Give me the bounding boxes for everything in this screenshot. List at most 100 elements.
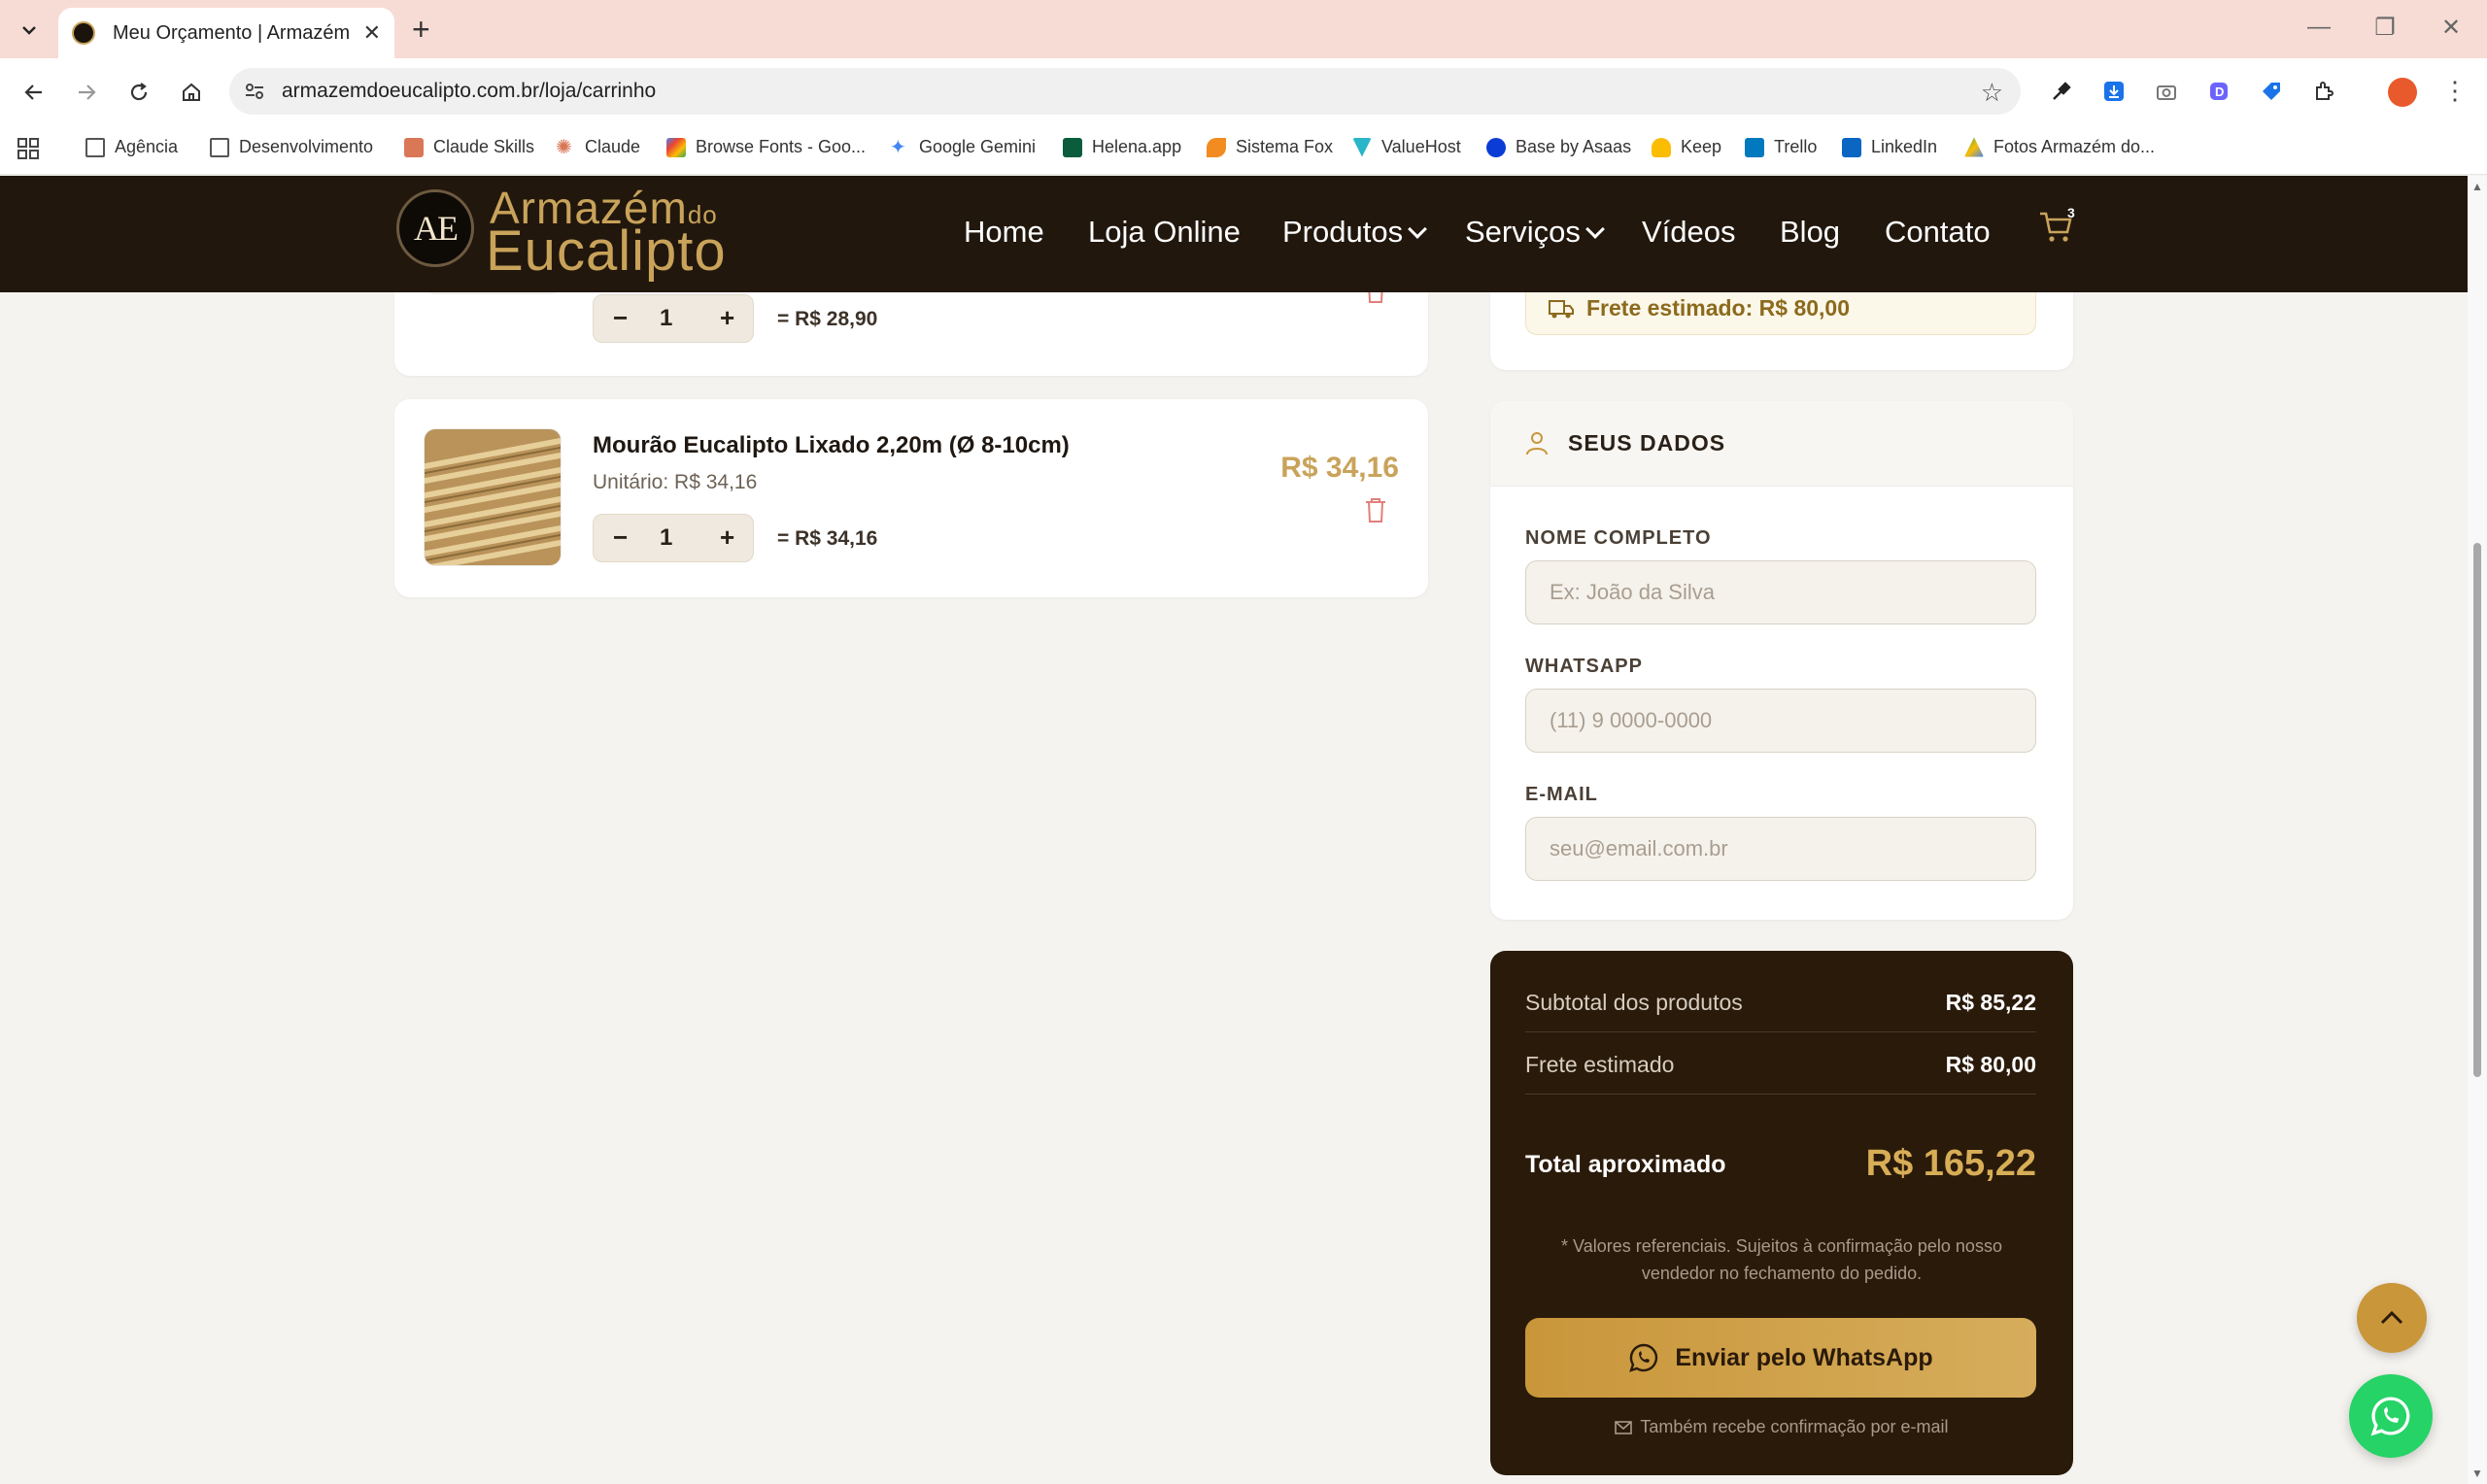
home-button[interactable] <box>173 74 210 111</box>
folder-icon <box>210 137 229 157</box>
minimize-icon[interactable]: — <box>2304 14 2334 41</box>
order-summary: Subtotal dos produtos R$ 85,22 Frete est… <box>1490 951 2073 1475</box>
nav-servicos[interactable]: Serviços <box>1465 215 1605 250</box>
bookmark-claude[interactable]: ✺ Claude <box>556 137 640 157</box>
scrollbar-thumb[interactable] <box>2473 543 2481 1077</box>
url-text: armazemdoeucalipto.com.br/loja/carrinho <box>282 80 657 102</box>
freight-row: Frete estimado R$ 80,00 <box>1525 1032 2036 1095</box>
d-extension-icon[interactable]: D <box>2205 78 2232 105</box>
reload-button[interactable] <box>120 74 157 111</box>
new-tab-button[interactable]: + <box>412 12 430 47</box>
email-note-text: Também recebe confirmação por e-mail <box>1640 1417 1949 1436</box>
name-input[interactable] <box>1525 560 2036 624</box>
quantity-value[interactable]: 1 <box>660 305 672 332</box>
camera-extension-icon[interactable] <box>2153 78 2180 105</box>
valuehost-icon <box>1352 137 1372 157</box>
send-whatsapp-button[interactable]: Enviar pelo WhatsApp <box>1525 1318 2036 1398</box>
nav-servicos-label: Serviços <box>1465 215 1581 249</box>
increase-quantity-button[interactable]: + <box>720 303 734 333</box>
site-header: AE Armazémdo Eucalipto Home Loja Online … <box>0 176 2468 292</box>
bookmark-claude-skills[interactable]: Claude Skills <box>404 137 534 157</box>
scroll-down-icon[interactable]: ▼ <box>2471 1467 2483 1480</box>
bookmark-keep[interactable]: Keep <box>1652 137 1721 157</box>
nav-blog[interactable]: Blog <box>1780 215 1840 250</box>
logo-monogram[interactable]: AE <box>396 189 474 267</box>
browser-menu-icon[interactable]: ⋮ <box>2442 76 2468 105</box>
bookmarks-bar: Agência Desenvolvimento Claude Skills ✺ C… <box>0 124 2487 175</box>
nav-produtos[interactable]: Produtos <box>1282 215 1427 250</box>
arrow-right-icon <box>79 84 96 100</box>
restore-icon[interactable]: ❐ <box>2370 14 2400 42</box>
drive-icon <box>1964 137 1984 157</box>
forward-button[interactable] <box>68 74 105 111</box>
download-extension-icon[interactable] <box>2100 78 2128 105</box>
bookmark-fotos-armazem[interactable]: Fotos Armazém do... <box>1964 137 2155 157</box>
folder-icon <box>85 137 105 157</box>
nav-videos[interactable]: Vídeos <box>1642 215 1736 250</box>
svg-text:D: D <box>2215 84 2224 99</box>
tab-title: Meu Orçamento | Armazém do Eucalipto <box>113 21 352 44</box>
bookmark-label: Claude Skills <box>433 137 535 156</box>
bookmark-valuehost[interactable]: ValueHost <box>1352 137 1461 157</box>
back-button[interactable] <box>16 74 52 111</box>
browser-tab[interactable]: Meu Orçamento | Armazém do Eucalipto ✕ <box>58 8 394 58</box>
logo-line2[interactable]: Eucalipto <box>486 219 727 284</box>
scroll-up-icon[interactable]: ▲ <box>2471 180 2483 193</box>
freight-value: R$ 80,00 <box>1945 1052 2036 1077</box>
tag-extension-icon[interactable] <box>2258 78 2285 105</box>
site-favicon-icon <box>72 21 95 45</box>
bookmark-agencia[interactable]: Agência <box>85 137 178 157</box>
bookmark-base-by-asaas[interactable]: Base by Asaas <box>1486 137 1631 157</box>
section-title: SEUS DADOS <box>1568 430 1726 455</box>
trash-icon[interactable] <box>1364 496 1387 523</box>
bookmark-label: Browse Fonts - Goo... <box>696 137 867 156</box>
trello-icon <box>1745 137 1764 157</box>
quantity-value[interactable]: 1 <box>660 524 672 552</box>
bookmark-trello[interactable]: Trello <box>1745 137 1817 157</box>
site-info-icon[interactable] <box>243 80 266 103</box>
nav-loja-online[interactable]: Loja Online <box>1088 215 1241 250</box>
increase-quantity-button[interactable]: + <box>720 523 734 553</box>
nav-home[interactable]: Home <box>964 215 1044 250</box>
bookmark-linkedin[interactable]: LinkedIn <box>1842 137 1937 157</box>
subtotal-value: R$ 85,22 <box>1945 990 2036 1015</box>
product-image <box>424 428 562 566</box>
close-icon[interactable]: ✕ <box>363 20 381 46</box>
decrease-quantity-button[interactable]: − <box>613 523 628 553</box>
profile-avatar[interactable] <box>2388 78 2417 107</box>
bookmark-sistema-fox[interactable]: Sistema Fox <box>1207 137 1333 157</box>
bookmark-browse-fonts[interactable]: Browse Fonts - Goo... <box>666 137 866 157</box>
arrow-left-icon <box>24 84 42 100</box>
user-icon <box>1526 432 1548 455</box>
window-close-icon[interactable]: ✕ <box>2436 14 2466 42</box>
bookmark-google-gemini[interactable]: ✦ Google Gemini <box>890 137 1036 157</box>
page-scrollbar[interactable]: ▲ ▼ <box>2468 176 2487 1484</box>
email-input[interactable] <box>1525 817 2036 881</box>
decrease-quantity-button[interactable]: − <box>613 303 628 333</box>
nav-produtos-label: Produtos <box>1282 215 1404 249</box>
nav-contato[interactable]: Contato <box>1885 215 1991 250</box>
customer-data-header: SEUS DADOS <box>1490 401 2073 487</box>
product-name[interactable]: Mourão Eucalipto Lixado 2,20m (Ø 8-10cm) <box>593 432 1070 459</box>
back-to-top-button[interactable] <box>2357 1283 2427 1353</box>
apps-grid-icon[interactable] <box>17 138 39 159</box>
home-icon <box>183 83 200 101</box>
helena-icon <box>1063 137 1082 157</box>
asaas-icon <box>1486 137 1506 157</box>
bookmark-desenvolvimento[interactable]: Desenvolvimento <box>210 137 373 157</box>
address-bar[interactable]: armazemdoeucalipto.com.br/loja/carrinho … <box>229 68 2021 115</box>
bookmark-helena[interactable]: Helena.app <box>1063 137 1181 157</box>
google-fonts-icon <box>666 137 686 157</box>
tab-search-button[interactable] <box>12 14 47 47</box>
whatsapp-input[interactable] <box>1525 689 2036 753</box>
extensions-puzzle-icon[interactable] <box>2310 78 2337 105</box>
bookmark-star-icon[interactable]: ☆ <box>1981 78 2003 108</box>
truck-icon <box>1549 300 1574 319</box>
whatsapp-icon <box>1629 1343 1658 1372</box>
browser-toolbar: armazemdoeucalipto.com.br/loja/carrinho … <box>0 58 2487 124</box>
keep-icon <box>1652 137 1671 157</box>
eyedropper-extension-icon[interactable] <box>2048 78 2075 105</box>
whatsapp-float-button[interactable] <box>2349 1374 2433 1458</box>
quantity-stepper: − 1 + <box>593 294 754 343</box>
fox-icon <box>1207 137 1226 157</box>
